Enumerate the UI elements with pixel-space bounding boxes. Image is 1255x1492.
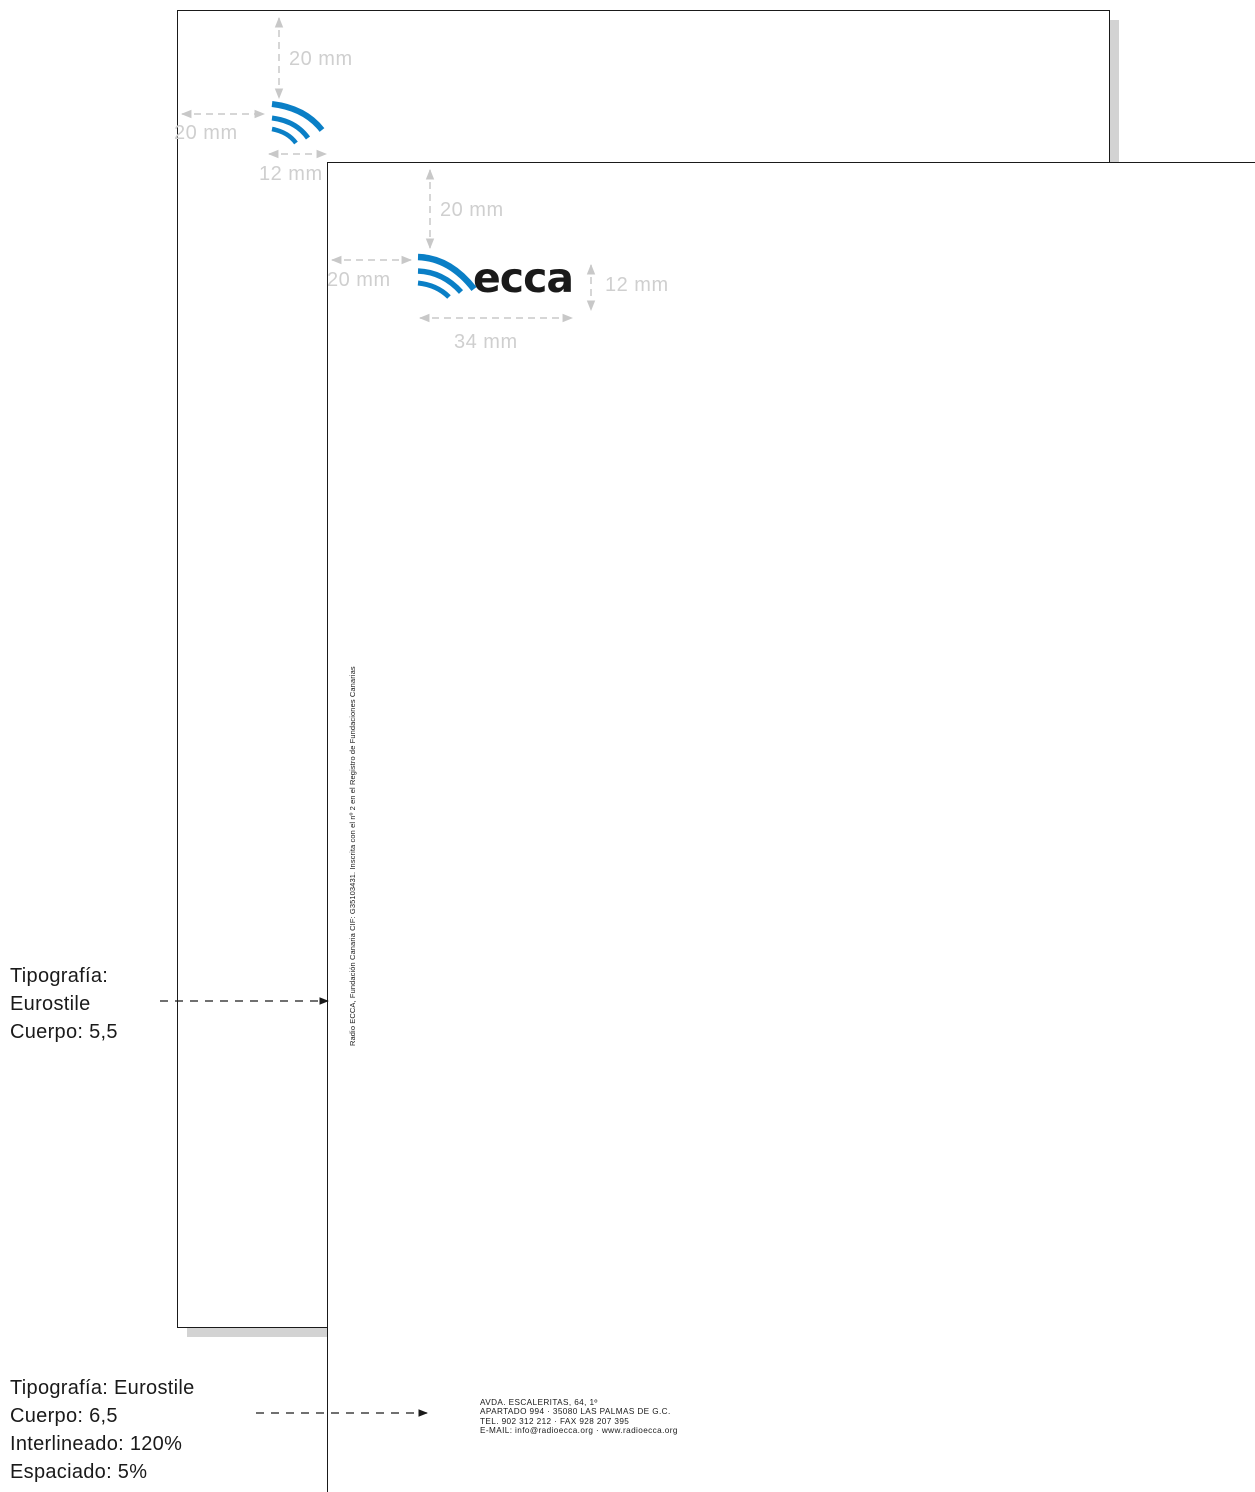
front-ecca-waves-icon (417, 253, 477, 299)
front-sheet-guides (330, 168, 596, 323)
guides-overlay (160, 16, 596, 1417)
back-ecca-waves-icon (271, 101, 325, 145)
note-pointers (160, 997, 428, 1417)
